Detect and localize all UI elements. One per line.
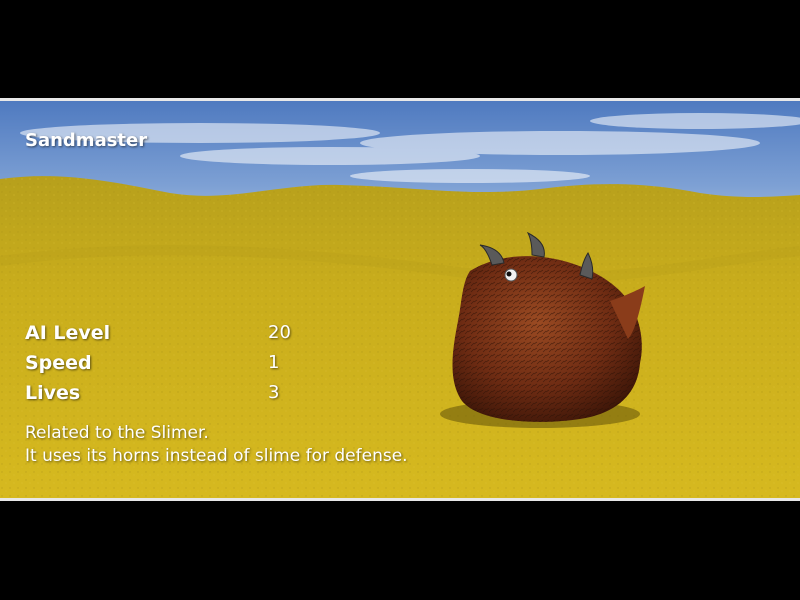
stat-row-ai-level: AI Level 20 — [25, 322, 325, 352]
creature-description: Related to the Slimer. It uses its horns… — [25, 422, 585, 468]
stat-label-speed: Speed — [25, 352, 92, 374]
creature-name: Sandmaster — [25, 130, 148, 151]
stat-value-lives: 3 — [268, 382, 280, 403]
description-line: It uses its horns instead of slime for d… — [25, 446, 408, 466]
stat-row-lives: Lives 3 — [25, 382, 325, 412]
letterbox-top — [0, 0, 800, 98]
stats-panel: AI Level 20 Speed 1 Lives 3 — [25, 322, 325, 412]
letterbox-bottom — [0, 501, 800, 600]
description-line: Related to the Slimer. — [25, 423, 209, 443]
stat-label-ai-level: AI Level — [25, 322, 111, 344]
stat-value-ai-level: 20 — [268, 322, 291, 343]
stat-label-lives: Lives — [25, 382, 81, 404]
stat-row-speed: Speed 1 — [25, 352, 325, 382]
stat-value-speed: 1 — [268, 352, 280, 373]
